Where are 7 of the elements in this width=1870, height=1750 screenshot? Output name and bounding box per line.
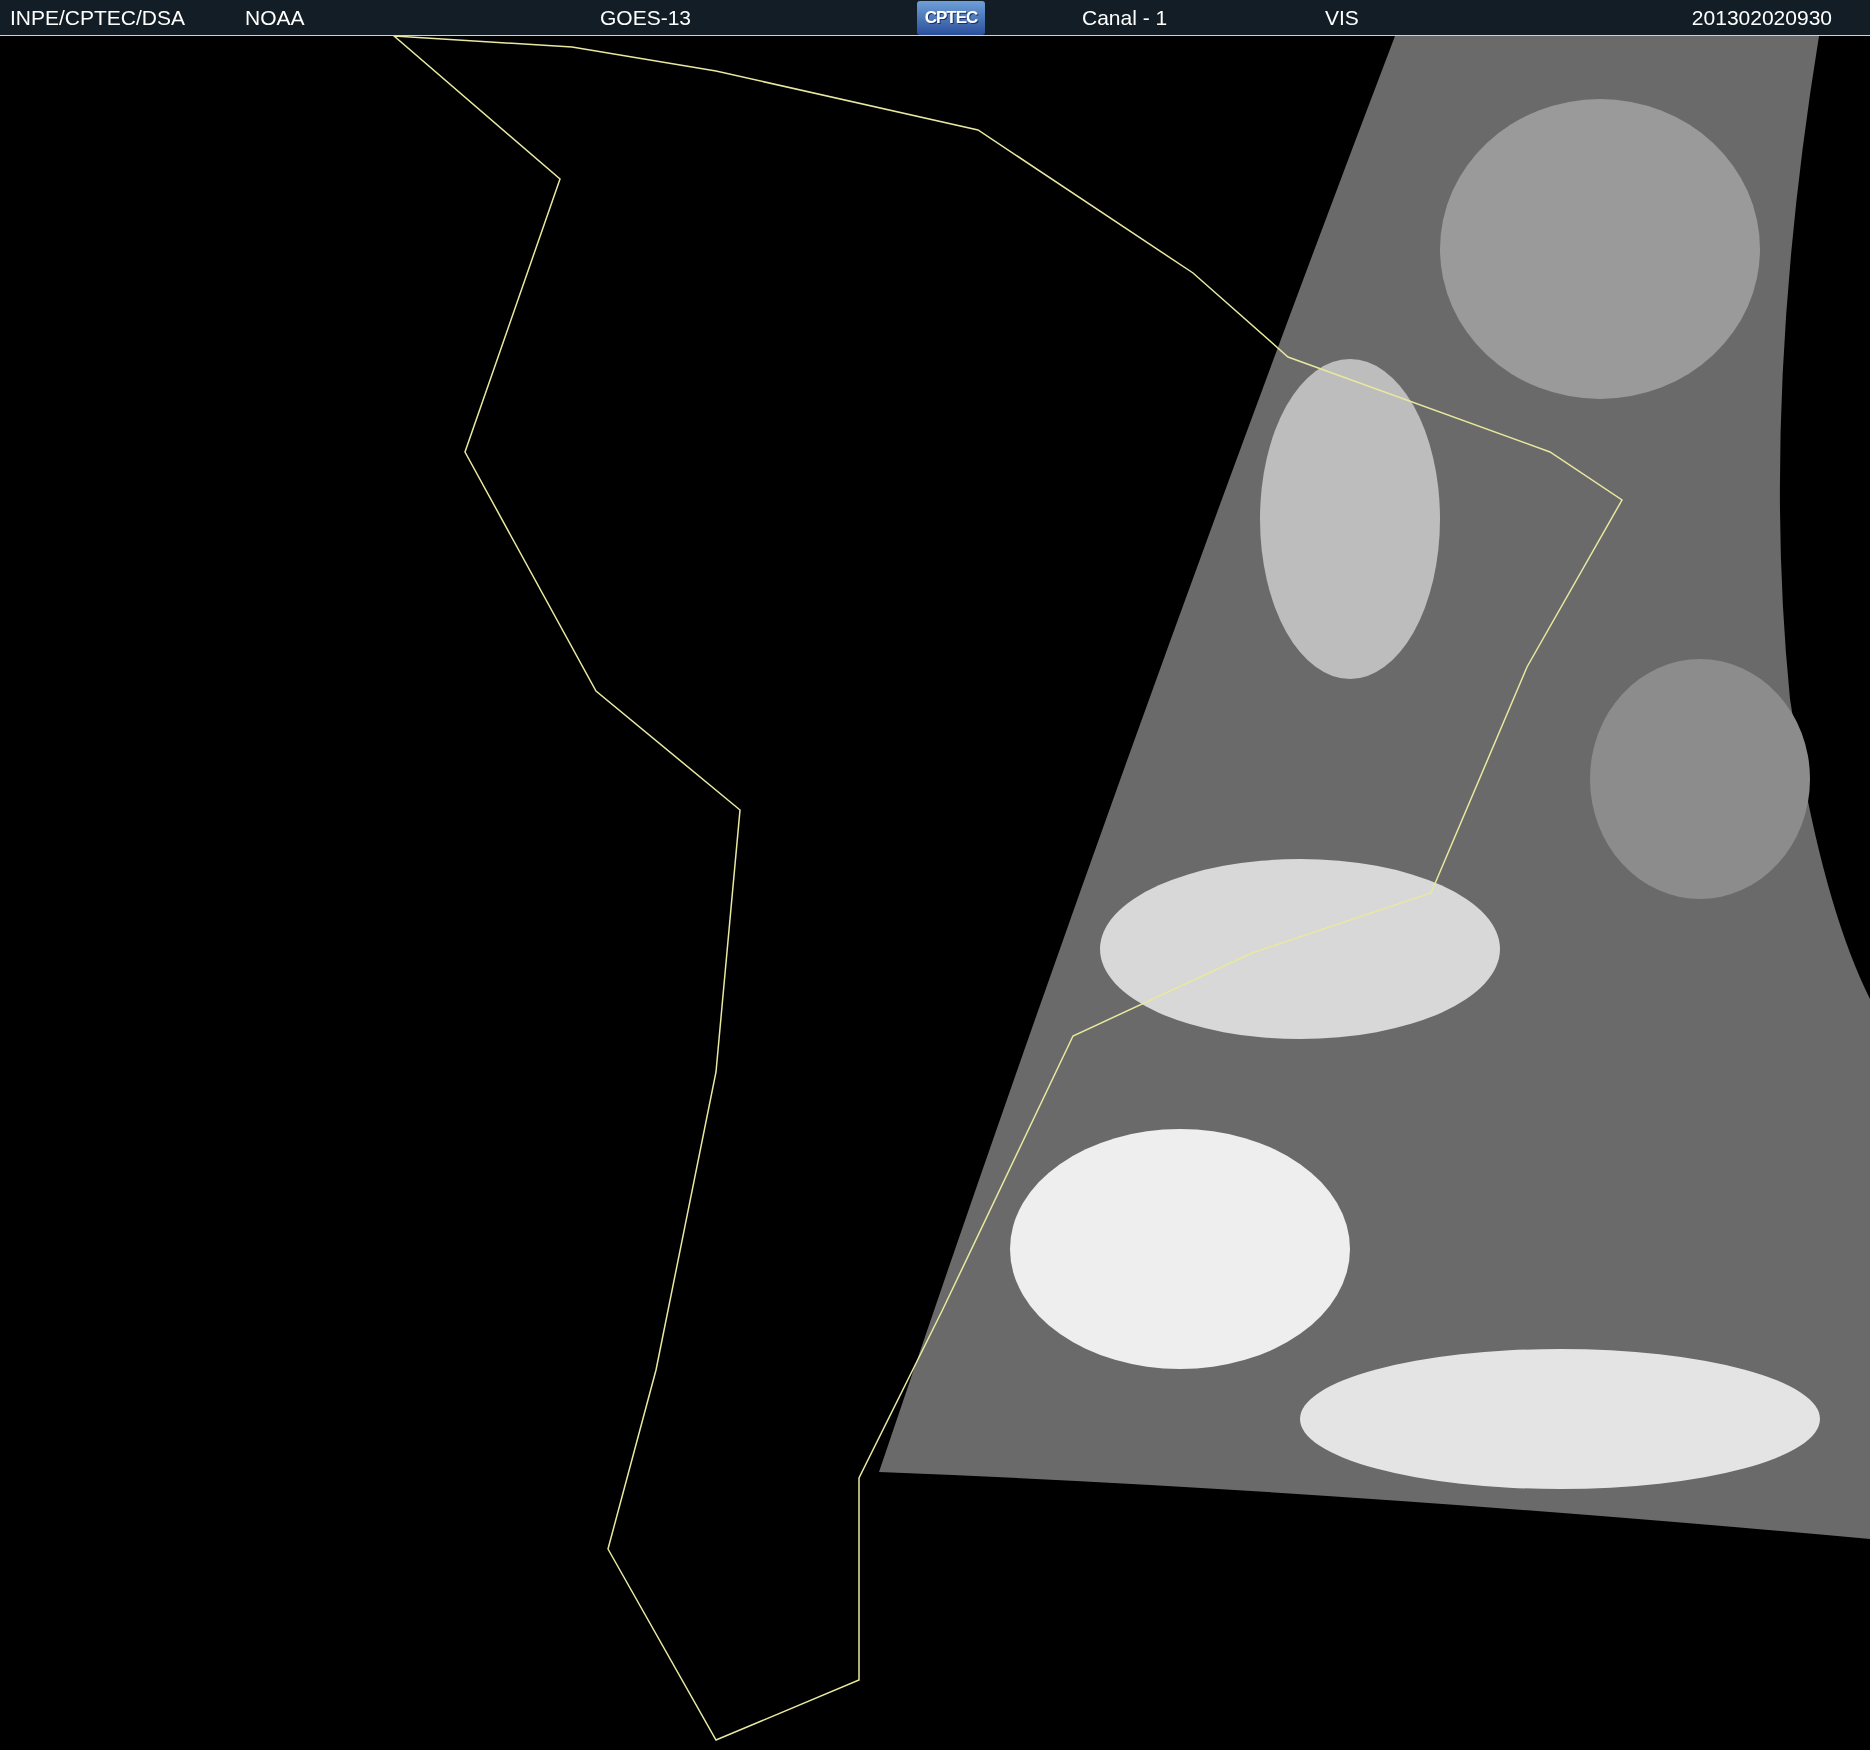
source-label: INPE/CPTEC/DSA [10, 5, 187, 30]
band-label: VIS [1325, 5, 1360, 30]
agency-label: NOAA [245, 5, 306, 30]
logo: CPTEC [917, 0, 985, 35]
satellite-label: GOES-13 [600, 5, 693, 30]
channel-label: Canal - 1 [1082, 5, 1169, 30]
timestamp-label: 201302020930 [1691, 5, 1832, 30]
